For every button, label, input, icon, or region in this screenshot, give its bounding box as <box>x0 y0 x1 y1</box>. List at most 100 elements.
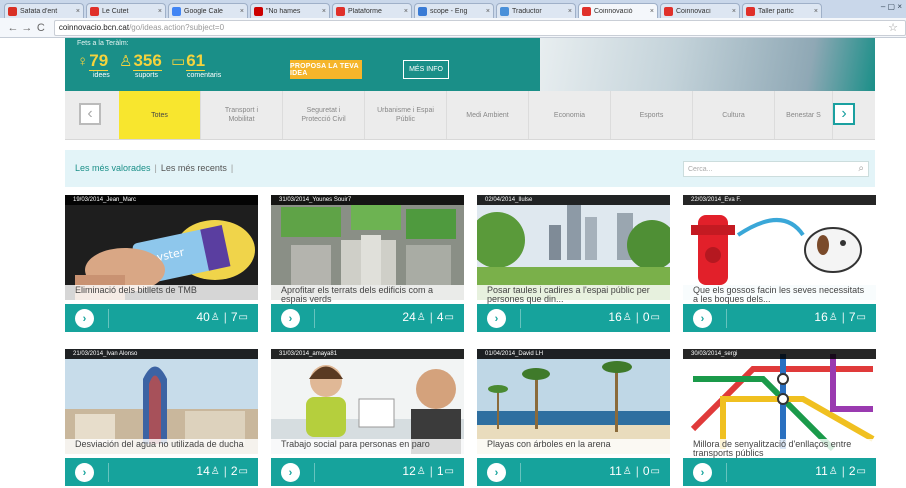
header-banner-photo <box>540 38 875 91</box>
comment-icon[interactable]: ▭ <box>857 312 866 323</box>
bar-divider <box>520 463 521 482</box>
sort-most-rated-link[interactable]: Les més valorades <box>75 163 151 173</box>
idea-card[interactable]: 31/03/2014_Younes Souir7 Aprofitar els te… <box>271 195 464 335</box>
thumbs-up-icon[interactable]: ♙ <box>829 312 838 323</box>
idea-title[interactable]: Eliminació dels bitllets de TMB <box>65 285 258 304</box>
category-tab[interactable]: Totes <box>119 91 201 139</box>
thumbs-up-icon[interactable]: ♙ <box>417 312 426 323</box>
category-prev-arrow-icon[interactable]: ‹ <box>79 103 101 125</box>
more-info-button[interactable]: MÉS INFO <box>403 60 449 79</box>
thumbs-up-icon[interactable]: ♙ <box>417 466 426 477</box>
browser-tab[interactable]: Coinnovaci × <box>660 3 740 18</box>
thumbs-up-icon[interactable]: ♙ <box>623 312 632 323</box>
browser-tab[interactable]: Safata d'ent × <box>4 3 84 18</box>
open-idea-arrow-icon[interactable]: › <box>281 463 300 482</box>
propose-idea-button[interactable]: PROPOSA LA TEVA IDEA <box>290 60 362 79</box>
comments-count: 0 <box>642 464 650 478</box>
comments-count: 7 <box>848 310 856 324</box>
stat-ideas-label: idees <box>93 72 110 79</box>
stat-comments-value: 61 <box>186 51 206 71</box>
comment-icon[interactable]: ▭ <box>651 312 660 323</box>
category-tab[interactable]: Esports <box>611 91 693 139</box>
reload-button[interactable]: C <box>34 22 48 34</box>
category-tab[interactable]: Seguretat i Protecció Civil <box>283 91 365 139</box>
idea-title[interactable]: Playas con árboles en la arena <box>477 439 670 458</box>
idea-card[interactable]: 21/03/2014_Ivan Alonso Desviación del agu… <box>65 349 258 488</box>
window-controls[interactable]: – ▢ × <box>881 2 902 11</box>
idea-title[interactable]: Desviación del agua no utilizada de duch… <box>65 439 258 458</box>
tab-close-icon[interactable]: × <box>732 8 736 15</box>
category-tab[interactable]: Cultura <box>693 91 775 139</box>
sort-most-recent-link[interactable]: Les més recents <box>161 163 227 173</box>
comment-icon[interactable]: ▭ <box>445 312 454 323</box>
category-next-arrow-icon[interactable]: › <box>833 103 855 125</box>
comment-icon[interactable]: ▭ <box>239 466 248 477</box>
search-icon[interactable]: ⌕ <box>858 163 864 174</box>
bookmark-star-icon[interactable]: ☆ <box>888 21 898 34</box>
idea-title[interactable]: Millora de senyalització d'enllaços entr… <box>683 439 876 458</box>
idea-title[interactable]: Aprofitar els terrats dels edificis com … <box>271 285 464 304</box>
comment-icon[interactable]: ▭ <box>857 466 866 477</box>
thumbs-up-icon[interactable]: ♙ <box>829 466 838 477</box>
tab-close-icon[interactable]: × <box>814 8 818 15</box>
tab-close-icon[interactable]: × <box>568 8 572 15</box>
browser-tab[interactable]: Coinnovació × <box>578 3 658 18</box>
url-path: /go/ideas.action?subject=0 <box>129 23 225 32</box>
idea-title[interactable]: Posar taules i cadires a l'espai públic … <box>477 285 670 304</box>
idea-card[interactable]: 22/03/2014_Eva F. Que els gossos facin le… <box>683 195 876 335</box>
comment-icon[interactable]: ▭ <box>239 312 248 323</box>
idea-card[interactable]: 02/04/2014_Ilulse Posar taules i cadires … <box>477 195 670 335</box>
tab-close-icon[interactable]: × <box>240 8 244 15</box>
browser-tab[interactable]: Google Cale × <box>168 3 248 18</box>
tab-close-icon[interactable]: × <box>486 8 490 15</box>
open-idea-arrow-icon[interactable]: › <box>693 309 712 328</box>
idea-card[interactable]: oyster 19/03/2014_Jean_Marc Eliminació del… <box>65 195 258 335</box>
idea-title[interactable]: Que els gossos facin les seves necessita… <box>683 285 876 304</box>
open-idea-arrow-icon[interactable]: › <box>487 463 506 482</box>
thumbs-up-icon[interactable]: ♙ <box>623 466 632 477</box>
category-tab[interactable]: Benestar S <box>775 91 833 139</box>
tab-close-icon[interactable]: × <box>158 8 162 15</box>
search-placeholder: Cerca... <box>688 165 713 173</box>
thumbs-up-icon[interactable]: ♙ <box>211 312 220 323</box>
comments-count: 2 <box>230 464 238 478</box>
browser-tab[interactable]: Le Cutet × <box>86 3 166 18</box>
category-bar: ‹ Totes Transport i Mobilitat Seguretat i … <box>65 91 875 140</box>
idea-card[interactable]: 30/03/2014_sergi Millora de senyalització… <box>683 349 876 488</box>
open-idea-arrow-icon[interactable]: › <box>487 309 506 328</box>
open-idea-arrow-icon[interactable]: › <box>75 309 94 328</box>
category-tab[interactable]: Economia <box>529 91 611 139</box>
back-button[interactable]: ← <box>6 22 20 34</box>
likes-count: 11 <box>609 464 622 478</box>
category-tab[interactable]: Urbanisme i Espai Públic <box>365 91 447 139</box>
open-idea-arrow-icon[interactable]: › <box>281 309 300 328</box>
open-idea-arrow-icon[interactable]: › <box>693 463 712 482</box>
idea-counts: 24 ♙ | 4 ▭ <box>402 310 454 324</box>
idea-title[interactable]: Trabajo social para personas en paro <box>271 439 464 458</box>
category-tab[interactable]: Medi Ambient <box>447 91 529 139</box>
count-separator: | <box>635 310 639 324</box>
browser-tab[interactable]: "No hames × <box>250 3 330 18</box>
tab-close-icon[interactable]: × <box>322 8 326 15</box>
url-field[interactable]: coinnovacio.bcn.cat /go/ideas.action?sub… <box>53 19 906 36</box>
stat-comments-label: comentaris <box>187 72 222 79</box>
open-idea-arrow-icon[interactable]: › <box>75 463 94 482</box>
comment-icon[interactable]: ▭ <box>445 466 454 477</box>
bar-divider <box>314 463 315 482</box>
idea-meta: 31/03/2014_Younes Souir7 <box>271 195 464 205</box>
browser-tab[interactable]: Plataforme × <box>332 3 412 18</box>
comment-icon[interactable]: ▭ <box>651 466 660 477</box>
browser-tab[interactable]: scope - Eng × <box>414 3 494 18</box>
search-input[interactable]: Cerca... ⌕ <box>683 161 869 177</box>
tab-close-icon[interactable]: × <box>650 8 654 15</box>
category-tab[interactable]: Transport i Mobilitat <box>201 91 283 139</box>
idea-card[interactable]: 31/03/2014_amaya81 Trabajo social para pe… <box>271 349 464 488</box>
idea-card[interactable]: 01/04/2014_David LH Playas con árboles en… <box>477 349 670 488</box>
tab-close-icon[interactable]: × <box>76 8 80 15</box>
forward-button[interactable]: → <box>20 22 34 34</box>
thumbs-up-icon[interactable]: ♙ <box>211 466 220 477</box>
browser-tab[interactable]: Traductor × <box>496 3 576 18</box>
tab-close-icon[interactable]: × <box>404 8 408 15</box>
browser-tab[interactable]: Taller partic × <box>742 3 822 18</box>
idea-counts: 11 ♙ | 0 ▭ <box>609 464 660 478</box>
